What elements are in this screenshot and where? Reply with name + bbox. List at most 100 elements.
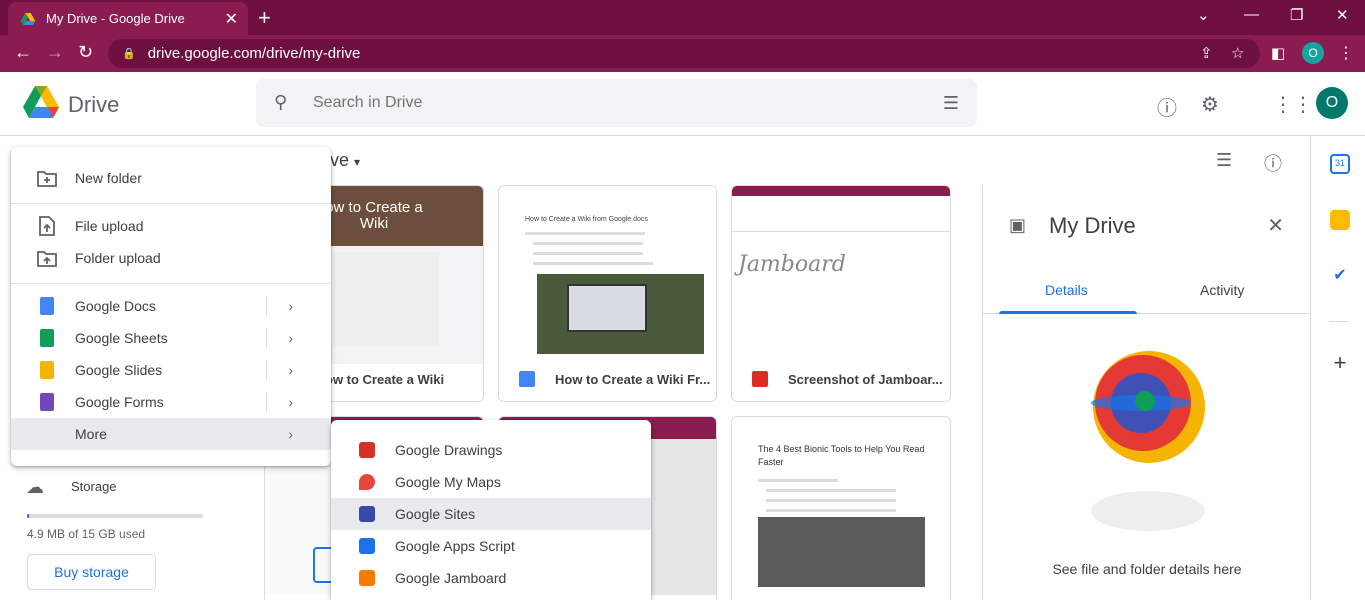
menu-separator	[266, 392, 267, 412]
buy-storage-button[interactable]: Buy storage	[27, 554, 156, 590]
menu-item-google-jamboard[interactable]: Google Jamboard	[331, 562, 651, 594]
forward-icon[interactable]: →	[46, 42, 64, 63]
tab-search-chevron-icon[interactable]: ⌄	[1197, 6, 1210, 24]
back-icon[interactable]: ←	[14, 42, 32, 63]
file-title: How to Create a Wiki Fr...	[555, 372, 711, 387]
drawings-icon	[359, 442, 375, 458]
search-input[interactable]	[313, 91, 913, 115]
menu-item-new-folder[interactable]: New folder	[11, 162, 331, 194]
search-box[interactable]: ⚲ ☰	[256, 79, 977, 127]
menu-item-label: Google Jamboard	[395, 570, 507, 586]
menu-separator	[266, 360, 267, 380]
details-tabs: Details Activity	[983, 270, 1311, 314]
thumbnail-image	[537, 274, 704, 354]
browser-tab[interactable]: My Drive - Google Drive ✕	[8, 2, 248, 35]
lock-icon: 🔒	[122, 48, 136, 60]
menu-item-google-sites[interactable]: Google Sites	[331, 498, 651, 530]
file-title: Screenshot of Jamboar...	[788, 372, 943, 387]
file-card[interactable]: How to Create a Wiki from Google docs Ho…	[498, 185, 717, 402]
menu-item-more[interactable]: More ›	[11, 418, 331, 450]
chevron-right-icon[interactable]: ›	[288, 394, 293, 410]
menu-item-google-slides[interactable]: Google Slides ›	[11, 354, 331, 386]
thumbnail-image	[333, 252, 439, 346]
menu-item-label: Google Sheets	[75, 330, 168, 346]
reload-icon[interactable]: ↻	[78, 42, 93, 63]
folder-upload-icon	[37, 248, 57, 268]
search-options-icon[interactable]: ☰	[943, 93, 959, 114]
minimize-icon[interactable]: —	[1244, 6, 1259, 23]
tab-details[interactable]: Details	[1045, 282, 1088, 298]
menu-separator	[266, 296, 267, 316]
keep-icon[interactable]	[1330, 210, 1350, 230]
drive-logo-icon[interactable]	[22, 85, 60, 119]
file-card[interactable]: Jamboard Screenshot of Jamboar...	[731, 185, 951, 402]
my-maps-icon	[359, 474, 375, 490]
menu-item-folder-upload[interactable]: Folder upload	[11, 242, 331, 274]
restore-icon[interactable]: ❐	[1290, 6, 1303, 24]
view-details-icon[interactable]: ⓘ	[1264, 150, 1282, 176]
menu-item-google-sheets[interactable]: Google Sheets ›	[11, 322, 331, 354]
browser-menu-icon[interactable]: ⋮	[1338, 43, 1354, 63]
menu-item-label: Google Apps Script	[395, 538, 515, 554]
help-icon[interactable]: ⓘ	[1157, 92, 1177, 121]
account-avatar[interactable]: O	[1316, 87, 1348, 119]
drive-favicon-icon	[20, 12, 36, 25]
thumbnail-line	[525, 232, 645, 235]
menu-item-google-apps-script[interactable]: Google Apps Script	[331, 530, 651, 562]
drive-header: Drive ⚲ ☰ ⓘ ⚙ ⋮⋮ O	[0, 72, 1365, 136]
settings-gear-icon[interactable]: ⚙	[1201, 92, 1219, 117]
menu-item-google-drawings[interactable]: Google Drawings	[331, 434, 651, 466]
close-details-icon[interactable]: ✕	[1267, 213, 1284, 238]
side-panel-icon[interactable]: ◧	[1271, 44, 1285, 62]
chevron-right-icon[interactable]: ›	[288, 298, 293, 314]
tab-activity[interactable]: Activity	[1200, 282, 1244, 298]
menu-item-google-forms[interactable]: Google Forms ›	[11, 386, 331, 418]
menu-item-file-upload[interactable]: File upload	[11, 210, 331, 242]
thumbnail-laptop	[567, 284, 647, 332]
details-title: My Drive	[1049, 213, 1136, 238]
menu-item-google-docs[interactable]: Google Docs ›	[11, 290, 331, 322]
sheets-icon	[37, 328, 57, 348]
menu-item-label: Google Docs	[75, 298, 156, 314]
menu-item-label: Google Sites	[395, 506, 476, 522]
menu-item-label: Google My Maps	[395, 474, 501, 490]
storage-progress-fill	[27, 514, 29, 518]
tab-close-icon[interactable]: ✕	[225, 9, 238, 29]
tasks-icon[interactable]: ✔	[1330, 266, 1350, 286]
menu-item-google-my-maps[interactable]: Google My Maps	[331, 466, 651, 498]
get-addons-plus-icon[interactable]: +	[1330, 352, 1350, 374]
more-submenu: Google Drawings Google My Maps Google Si…	[331, 420, 651, 600]
share-icon[interactable]: ⇪	[1200, 44, 1213, 62]
address-bar[interactable]: 🔒 drive.google.com/drive/my-drive ⇪ ☆	[108, 39, 1260, 68]
window-close-icon[interactable]: ✕	[1336, 6, 1349, 24]
drive-brand[interactable]: Drive	[68, 92, 119, 118]
active-tab-indicator	[999, 311, 1137, 314]
apps-grid-icon[interactable]: ⋮⋮	[1273, 92, 1313, 117]
thumbnail-line	[533, 262, 653, 265]
menu-item-label: Folder upload	[75, 250, 161, 266]
docs-file-icon	[519, 371, 535, 387]
chevron-right-icon[interactable]: ›	[288, 330, 293, 346]
list-view-icon[interactable]: ☰	[1216, 150, 1232, 171]
menu-item-label: More	[75, 426, 107, 442]
sites-icon	[359, 506, 375, 522]
new-menu: New folder File upload Folder upload Goo…	[11, 147, 331, 466]
thumbnail-line	[766, 509, 896, 512]
chevron-right-icon[interactable]: ›	[288, 362, 293, 378]
breadcrumb-my-drive[interactable]: ve ▾	[330, 150, 360, 171]
calendar-icon[interactable]: 31	[1330, 154, 1350, 174]
address-toolbar: ← → ↻ 🔒 drive.google.com/drive/my-drive …	[0, 35, 1365, 72]
storage-used-text: 4.9 MB of 15 GB used	[27, 527, 146, 541]
search-icon[interactable]: ⚲	[274, 92, 287, 113]
details-panel: ▣ My Drive ✕ Details Activity See file a…	[982, 185, 1311, 600]
apps-script-icon	[359, 538, 375, 554]
bookmark-star-icon[interactable]: ☆	[1231, 44, 1244, 62]
file-card[interactable]: The 4 Best Bionic Tools to Help You Read…	[731, 416, 951, 600]
browser-profile-avatar[interactable]: O	[1302, 42, 1324, 64]
storage-label: Storage	[71, 479, 117, 494]
new-tab-icon[interactable]: +	[258, 5, 271, 31]
menu-item-label: Google Slides	[75, 362, 163, 378]
file-thumbnail: How to Create a Wiki from Google docs	[499, 186, 716, 364]
slides-icon	[37, 360, 57, 380]
menu-divider	[11, 203, 331, 204]
